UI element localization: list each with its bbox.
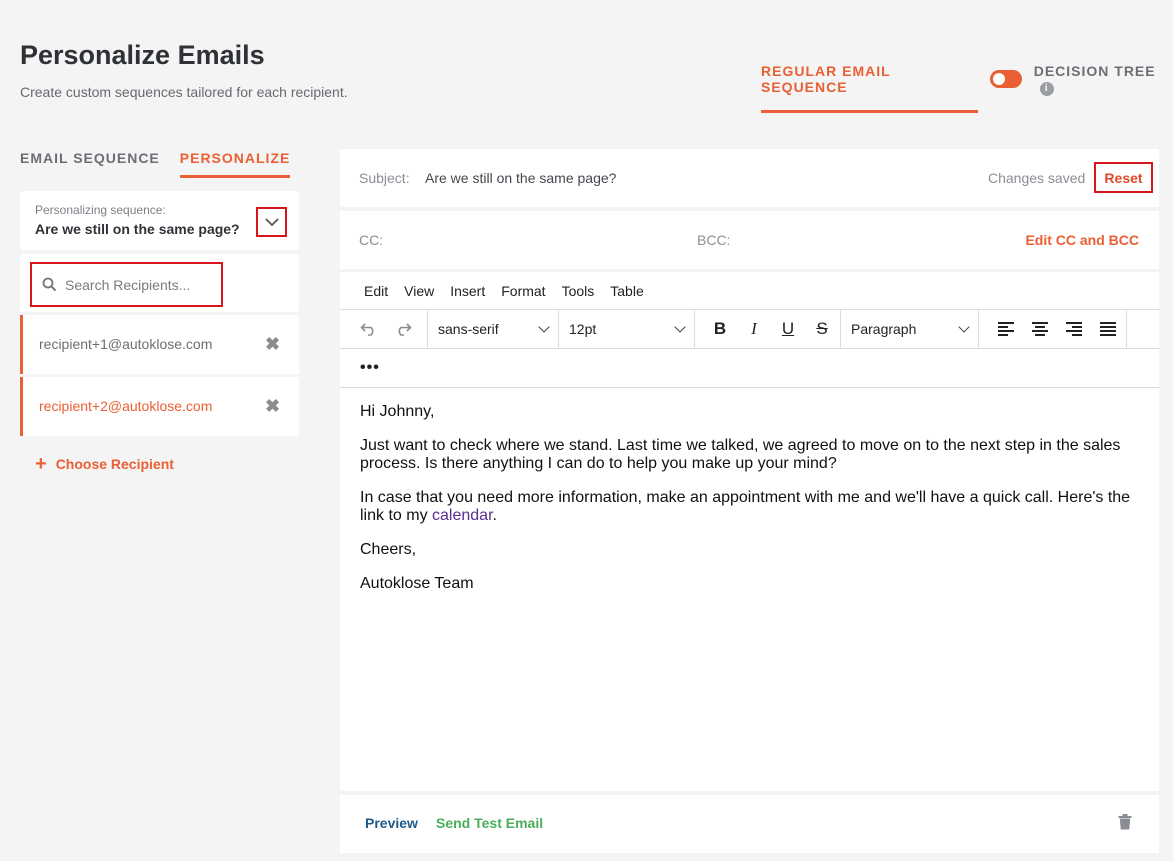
format-group: B I U S — [695, 309, 841, 349]
chevron-down-icon — [538, 320, 550, 333]
tab-personalize[interactable]: PERSONALIZE — [179, 150, 291, 178]
font-family-value: sans-serif — [438, 321, 499, 337]
history-group — [340, 309, 428, 349]
page-title: Personalize Emails — [20, 40, 265, 70]
mode-decision-tree[interactable]: DECISION TREE i — [1034, 63, 1173, 96]
edit-cc-bcc-button[interactable]: Edit CC and BCC — [1025, 232, 1139, 248]
editor-toolbar-overflow: ••• — [340, 349, 1159, 388]
email-signature: Autoklose Team — [360, 575, 474, 592]
info-icon[interactable]: i — [1039, 81, 1054, 96]
editor-footer: Preview Send Test Email — [340, 795, 1159, 853]
menu-table[interactable]: Table — [610, 283, 643, 299]
preview-button[interactable]: Preview — [365, 815, 418, 831]
search-box[interactable] — [30, 262, 223, 307]
search-input[interactable] — [65, 276, 215, 293]
menu-tools[interactable]: Tools — [562, 283, 595, 299]
calendar-link[interactable]: calendar — [432, 507, 493, 524]
sequence-dropdown-button[interactable] — [256, 207, 287, 237]
chevron-down-icon — [958, 320, 970, 333]
align-right-button[interactable] — [1057, 314, 1091, 344]
italic-button[interactable]: I — [737, 314, 771, 344]
bold-button[interactable]: B — [703, 314, 737, 344]
page-subtitle: Create custom sequences tailored for eac… — [20, 84, 348, 100]
subject-row: Subject: Are we still on the same page? … — [340, 149, 1159, 207]
font-size-select[interactable]: 12pt — [559, 309, 695, 349]
recipient-item[interactable]: recipient+1@autoklose.com ✖ — [20, 315, 299, 374]
subject-input[interactable]: Are we still on the same page? — [425, 170, 616, 186]
align-right-icon — [1066, 322, 1082, 336]
cc-label: CC: — [359, 232, 384, 248]
recipient-item[interactable]: recipient+2@autoklose.com ✖ — [20, 377, 299, 436]
delete-button[interactable] — [1118, 814, 1132, 835]
menu-edit[interactable]: Edit — [364, 283, 388, 299]
cc-row: CC: BCC: Edit CC and BCC — [340, 211, 1159, 269]
align-left-icon — [998, 322, 1014, 336]
email-closing: Cheers, — [360, 541, 417, 558]
align-left-button[interactable] — [989, 314, 1023, 344]
close-icon[interactable]: ✖ — [265, 397, 280, 415]
recipient-email: recipient+2@autoklose.com — [39, 398, 213, 414]
undo-icon — [360, 323, 374, 336]
font-size-value: 12pt — [569, 321, 597, 337]
plus-icon: + — [35, 453, 47, 475]
mode-switch: REGULAR EMAIL SEQUENCE DECISION TREE i — [761, 46, 1173, 113]
toggle-knob — [993, 73, 1006, 85]
font-family-select[interactable]: sans-serif — [428, 309, 559, 349]
choose-recipient-button[interactable]: + Choose Recipient — [35, 453, 174, 475]
save-status: Changes saved — [988, 170, 1086, 186]
tab-email-sequence[interactable]: EMAIL SEQUENCE — [20, 150, 160, 178]
search-icon — [42, 277, 57, 292]
search-card — [20, 254, 299, 312]
menu-format[interactable]: Format — [501, 283, 545, 299]
mode-decision-tree-label: DECISION TREE — [1033, 62, 1156, 79]
redo-icon — [398, 323, 412, 336]
email-paragraph-end: . — [492, 507, 497, 524]
block-format-value: Paragraph — [851, 321, 917, 337]
sequence-label: Personalizing sequence: — [35, 203, 166, 217]
send-test-email-button[interactable]: Send Test Email — [436, 815, 543, 831]
align-justify-icon — [1100, 322, 1116, 336]
align-center-button[interactable] — [1023, 314, 1057, 344]
recipient-email: recipient+1@autoklose.com — [39, 336, 213, 352]
mode-toggle[interactable] — [990, 70, 1022, 88]
undo-button[interactable] — [352, 314, 386, 344]
sequence-name: Are we still on the same page? — [35, 221, 240, 237]
email-greeting: Hi Johnny, — [360, 403, 435, 420]
close-icon[interactable]: ✖ — [265, 335, 280, 353]
editor-toolbar: sans-serif 12pt B I U S Paragraph — [340, 309, 1159, 349]
align-center-icon — [1032, 322, 1048, 336]
strikethrough-button[interactable]: S — [805, 314, 839, 344]
underline-button[interactable]: U — [771, 314, 805, 344]
editor-menubar: Edit View Insert Format Tools Table — [340, 272, 660, 310]
subject-label: Subject: — [359, 170, 410, 186]
choose-recipient-label: Choose Recipient — [55, 456, 174, 472]
email-paragraph: In case that you need more information, … — [360, 489, 1150, 525]
reset-button[interactable]: Reset — [1094, 162, 1153, 193]
email-editor: Edit View Insert Format Tools Table sans… — [340, 272, 1159, 791]
alignment-group — [979, 309, 1127, 349]
chevron-down-icon — [264, 217, 279, 226]
email-body[interactable]: Hi Johnny, Just want to check where we s… — [360, 403, 1150, 609]
sequence-selector: Personalizing sequence: Are we still on … — [20, 191, 299, 250]
more-options-button[interactable]: ••• — [360, 359, 380, 377]
align-justify-button[interactable] — [1091, 314, 1125, 344]
bcc-label: BCC: — [697, 232, 731, 248]
redo-button[interactable] — [386, 314, 420, 344]
chevron-down-icon — [674, 320, 686, 333]
mode-regular-email-sequence[interactable]: REGULAR EMAIL SEQUENCE — [761, 63, 979, 113]
trash-icon — [1118, 814, 1132, 830]
block-format-select[interactable]: Paragraph — [841, 309, 979, 349]
left-tabs: EMAIL SEQUENCE PERSONALIZE — [20, 150, 310, 178]
email-paragraph: Just want to check where we stand. Last … — [360, 437, 1121, 472]
menu-insert[interactable]: Insert — [450, 283, 485, 299]
menu-view[interactable]: View — [404, 283, 434, 299]
